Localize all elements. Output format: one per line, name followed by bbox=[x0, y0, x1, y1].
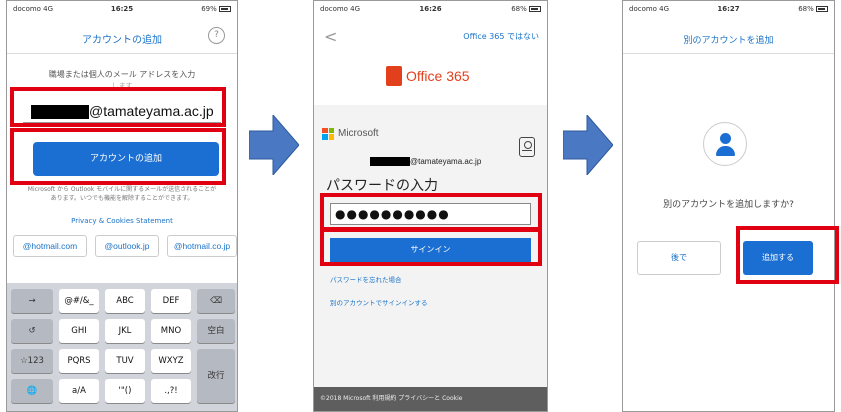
key-quotes[interactable]: '"() bbox=[105, 379, 145, 403]
key-wxyz[interactable]: WXYZ bbox=[151, 349, 191, 373]
microsoft-label: Microsoft bbox=[338, 128, 379, 139]
password-field[interactable]: ●●●●●●●●●● bbox=[330, 203, 531, 225]
key-tuv[interactable]: TUV bbox=[105, 349, 145, 373]
screen-office365-signin: docomo 4G 16:26 68% < Office 365 ではない Of… bbox=[313, 0, 548, 412]
battery-percent: 69% bbox=[201, 5, 217, 13]
add-account-button[interactable]: アカウントの追加 bbox=[33, 142, 219, 176]
key-symbols[interactable]: @#/&_ bbox=[59, 289, 99, 313]
help-icon[interactable]: ? bbox=[208, 27, 225, 44]
battery-icon bbox=[816, 6, 828, 12]
arrow-right-icon bbox=[249, 115, 299, 175]
privacy-link[interactable]: Privacy & Cookies Statement bbox=[7, 217, 237, 225]
suggestion-outlook-jp[interactable]: @outlook.jp bbox=[95, 235, 159, 257]
battery-indicator: 68% bbox=[798, 5, 828, 13]
domain-suggestions: @hotmail.com @outlook.jp @hotmail.co.jp bbox=[7, 235, 237, 259]
microsoft-brand: Microsoft bbox=[322, 123, 379, 140]
back-chevron-icon[interactable]: < bbox=[324, 27, 337, 46]
battery-indicator: 68% bbox=[511, 5, 541, 13]
page-footer: ©2018 Microsoft 利用規約 プライバシーと Cookie bbox=[314, 387, 547, 411]
battery-percent: 68% bbox=[511, 5, 527, 13]
key-def[interactable]: DEF bbox=[151, 289, 191, 313]
status-bar: docomo 4G 16:25 69% bbox=[7, 1, 237, 17]
later-button[interactable]: 後で bbox=[637, 241, 721, 275]
microsoft-logo-icon bbox=[322, 127, 334, 140]
arrow-right-icon bbox=[563, 115, 613, 175]
undo-icon[interactable]: ↺ bbox=[11, 319, 53, 343]
account-domain: @tamateyama.ac.jp bbox=[410, 157, 482, 166]
office365-logo-text: Office 365 bbox=[406, 67, 470, 84]
divider bbox=[7, 53, 237, 54]
status-bar: docomo 4G 16:26 68% bbox=[314, 1, 547, 17]
key-punctuation[interactable]: .,?! bbox=[151, 379, 191, 403]
key-space[interactable]: 空白 bbox=[197, 319, 235, 343]
user-avatar-icon bbox=[703, 122, 747, 166]
not-office365-link[interactable]: Office 365 ではない bbox=[463, 31, 539, 42]
office365-logo: Office 365 bbox=[386, 65, 470, 87]
add-account-question: 別のアカウントを追加しますか? bbox=[663, 200, 794, 210]
globe-icon[interactable]: 🌐 bbox=[11, 379, 53, 403]
email-domain: @tamateyama.ac.jp bbox=[89, 103, 214, 119]
nav-title: 別のアカウントを追加 bbox=[683, 36, 774, 46]
key-numbers[interactable]: ☆123 bbox=[11, 349, 53, 373]
divider bbox=[623, 53, 834, 54]
email-instruction: 職場または個人のメール アドレスを入力 bbox=[48, 70, 196, 79]
password-title: パスワードの入力 bbox=[326, 178, 438, 194]
screen-add-account: docomo 4G 16:25 69% アカウントの追加 ? 職場または個人のメ… bbox=[6, 0, 238, 412]
battery-indicator: 69% bbox=[201, 5, 231, 13]
account-id-icon bbox=[519, 137, 535, 157]
signin-account: @tamateyama.ac.jp bbox=[370, 151, 482, 166]
suggestion-hotmail-com[interactable]: @hotmail.com bbox=[13, 235, 87, 257]
screen-add-another-account: docomo 4G 16:27 68% 別のアカウントを追加 別のアカウントを追… bbox=[622, 0, 835, 412]
signin-button[interactable]: サインイン bbox=[330, 238, 531, 262]
suggestion-hotmail-co-jp[interactable]: @hotmail.co.jp bbox=[167, 235, 237, 257]
key-return[interactable]: 改行 bbox=[197, 349, 235, 403]
status-bar: docomo 4G 16:27 68% bbox=[623, 1, 834, 17]
email-field[interactable]: @tamateyama.ac.jp bbox=[23, 101, 221, 123]
nav-title: アカウントの追加 bbox=[82, 35, 162, 46]
office-icon bbox=[386, 65, 402, 86]
forgot-password-link[interactable]: パスワードを忘れた場合 bbox=[330, 274, 402, 284]
key-jkl[interactable]: JKL bbox=[105, 319, 145, 343]
key-ghi[interactable]: GHI bbox=[59, 319, 99, 343]
battery-percent: 68% bbox=[798, 5, 814, 13]
other-account-link[interactable]: 別のアカウントでサインインする bbox=[330, 297, 428, 307]
key-case[interactable]: a/A bbox=[59, 379, 99, 403]
key-abc[interactable]: ABC bbox=[105, 289, 145, 313]
email-instruction-sub: します bbox=[111, 82, 133, 90]
key-pqrs[interactable]: PQRS bbox=[59, 349, 99, 373]
key-mno[interactable]: MNO bbox=[151, 319, 191, 343]
avatar-head bbox=[720, 133, 731, 144]
redacted-username bbox=[31, 105, 89, 119]
on-screen-keyboard: → @#/&_ ABC DEF ⌫ ↺ GHI JKL MNO 空白 ☆123 … bbox=[7, 283, 237, 411]
battery-icon bbox=[219, 6, 231, 12]
key-arrow-right[interactable]: → bbox=[11, 289, 53, 313]
email-notice: Microsoft から Outlook モバイルに関するメールが送信されること… bbox=[27, 186, 217, 202]
battery-icon bbox=[529, 6, 541, 12]
redacted-username bbox=[370, 157, 410, 166]
avatar-body bbox=[716, 146, 735, 156]
backspace-icon[interactable]: ⌫ bbox=[197, 289, 235, 313]
add-button[interactable]: 追加する bbox=[743, 241, 813, 275]
